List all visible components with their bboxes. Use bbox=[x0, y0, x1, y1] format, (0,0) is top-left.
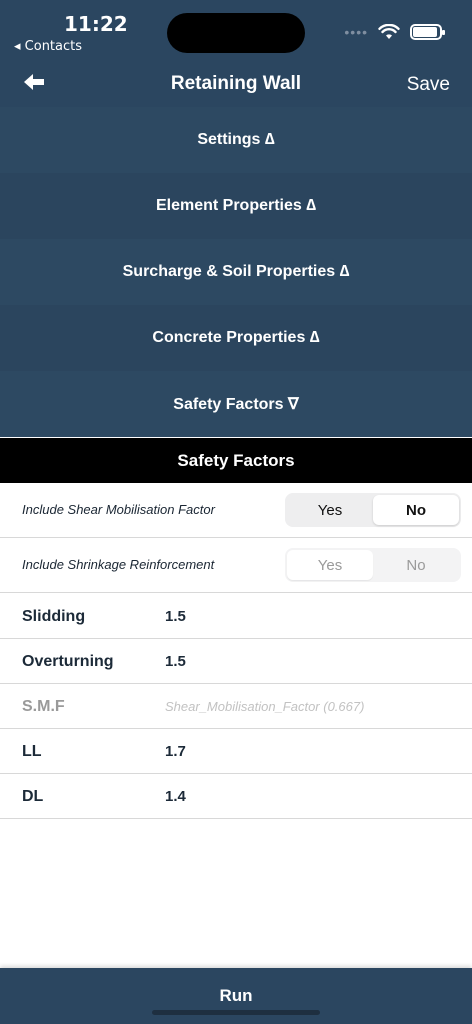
save-button[interactable]: Save bbox=[407, 74, 450, 96]
smf-field[interactable] bbox=[165, 699, 455, 714]
overturning-row: Overturning 1.5 bbox=[0, 639, 472, 684]
shrinkage-reinforcement-row: Include Shrinkage Reinforcement Yes No bbox=[0, 538, 472, 593]
dl-label: DL bbox=[22, 788, 44, 805]
smf-row: S.M.F bbox=[0, 684, 472, 729]
section-element-properties[interactable]: Element Properties ∆ bbox=[0, 173, 472, 239]
cellular-signal-icon: •••• bbox=[344, 24, 368, 40]
shear-mobilisation-toggle[interactable]: Yes No bbox=[285, 493, 461, 527]
section-concrete-properties[interactable]: Concrete Properties ∆ bbox=[0, 305, 472, 371]
shear-mobilisation-no[interactable]: No bbox=[373, 495, 459, 525]
sliding-row: Slidding 1.5 bbox=[0, 594, 472, 639]
section-settings[interactable]: Settings ∆ bbox=[0, 107, 472, 173]
overturning-label: Overturning bbox=[22, 653, 114, 670]
status-icons: •••• bbox=[344, 24, 445, 40]
sliding-field[interactable]: 1.5 bbox=[165, 608, 186, 625]
back-to-contacts-link[interactable]: ◂ Contacts bbox=[14, 39, 82, 54]
shrinkage-reinforcement-no[interactable]: No bbox=[373, 550, 459, 580]
run-button[interactable]: Run bbox=[0, 968, 472, 1024]
shrinkage-reinforcement-label: Include Shrinkage Reinforcement bbox=[22, 557, 215, 572]
overturning-field[interactable]: 1.5 bbox=[165, 653, 186, 670]
shear-mobilisation-yes[interactable]: Yes bbox=[287, 495, 373, 525]
dl-field[interactable]: 1.4 bbox=[165, 788, 186, 805]
sliding-label: Slidding bbox=[22, 608, 86, 625]
shrinkage-reinforcement-toggle[interactable]: Yes No bbox=[285, 548, 461, 582]
shear-mobilisation-row: Include Shear Mobilisation Factor Yes No bbox=[0, 483, 472, 538]
dl-row: DL 1.4 bbox=[0, 774, 472, 819]
section-safety-factors[interactable]: Safety Factors ∇ bbox=[0, 371, 472, 437]
section-surcharge-soil-properties[interactable]: Surcharge & Soil Properties ∆ bbox=[0, 239, 472, 305]
home-indicator[interactable] bbox=[152, 1010, 320, 1015]
page-title: Retaining Wall bbox=[170, 73, 302, 94]
shear-mobilisation-label: Include Shear Mobilisation Factor bbox=[22, 502, 215, 517]
safety-factors-header: Safety Factors bbox=[0, 437, 472, 483]
smf-label: S.M.F bbox=[22, 698, 65, 715]
shrinkage-reinforcement-yes[interactable]: Yes bbox=[287, 550, 373, 580]
dynamic-island bbox=[167, 13, 305, 53]
wifi-icon bbox=[378, 24, 400, 39]
ll-row: LL 1.7 bbox=[0, 729, 472, 774]
battery-icon bbox=[410, 24, 445, 40]
ll-label: LL bbox=[22, 743, 42, 760]
status-time: 11:22 bbox=[64, 12, 128, 36]
ll-field[interactable]: 1.7 bbox=[165, 743, 186, 760]
